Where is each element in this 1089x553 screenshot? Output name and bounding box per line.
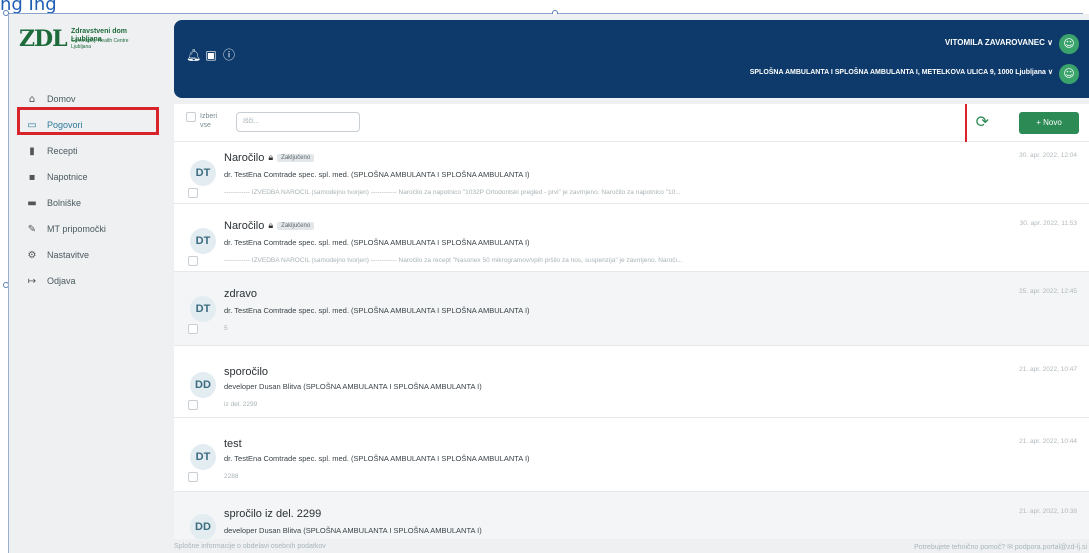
logo[interactable]: ZDL Zdravstveni dom Ljubljana Community … — [19, 26, 149, 52]
message-title: sporočilo — [224, 366, 269, 378]
message-title: Naročilo — [224, 152, 265, 164]
sender-avatar: DD — [190, 514, 216, 539]
footer: Splošne informacije o obdelavi osebnih p… — [174, 539, 1089, 553]
sender-avatar: DD — [190, 372, 216, 398]
message-title-row: spročilo iz del. 2299 — [224, 508, 321, 520]
message-checkbox[interactable] — [188, 256, 198, 266]
message-title: zdravo — [224, 288, 258, 300]
sender-avatar: DT — [190, 228, 216, 254]
location-avatar[interactable]: ☺ — [1059, 64, 1079, 84]
lock-icon: 🔒︎ — [268, 153, 274, 163]
sender-avatar: DT — [190, 160, 216, 186]
message-title: test — [224, 438, 242, 450]
message-preview: 5 — [224, 325, 228, 332]
sidebar-item-label: Nastavitve — [47, 250, 90, 260]
message-date: 21. apr. 2022, 10:47 — [1019, 366, 1077, 373]
status-badge: Zaključeno — [277, 154, 315, 162]
message-sender: developer Dusan Blitva (SPLOŠNA AMBULANT… — [224, 382, 482, 391]
select-all[interactable]: Izberi vse — [186, 112, 218, 130]
cropped-header: ng Ing — [0, 0, 1089, 14]
logo-subtitle: Community Health Centre Ljubljana — [71, 38, 129, 50]
message-preview: iz del. 2299 — [224, 401, 258, 408]
message-date: 30. apr. 2022, 12:04 — [1019, 152, 1077, 159]
sidebar-item-label: MT pripomočki — [47, 224, 106, 234]
lock-icon: 🔒︎ — [268, 221, 274, 231]
search-input[interactable]: Išči... — [236, 112, 360, 132]
sidebar-item-recepti[interactable]: ▮ Recepti — [9, 138, 165, 164]
message-date: 21. apr. 2022, 10:38 — [1019, 508, 1077, 515]
prescription-icon: ▮ — [29, 145, 35, 157]
bell-icon[interactable]: 🔔︎ — [186, 48, 201, 62]
user-avatar[interactable]: ☺ — [1059, 34, 1079, 54]
info-icon[interactable]: ⓘ — [222, 48, 236, 62]
bed-icon: ▬ — [27, 197, 37, 209]
message-row[interactable]: DT Naročilo 🔒︎ Zaključeno dr. TestEna Co… — [174, 204, 1089, 272]
message-checkbox[interactable] — [188, 472, 198, 482]
message-sender: dr. TestEna Comtrade spec. spl. med. (SP… — [224, 306, 530, 315]
message-sender: dr. TestEna Comtrade spec. spl. med. (SP… — [224, 454, 530, 463]
sidebar-item-label: Bolniške — [47, 198, 82, 208]
sidebar: ZDL Zdravstveni dom Ljubljana Community … — [8, 14, 164, 553]
message-title-row: test — [224, 438, 242, 450]
message-sender: dr. TestEna Comtrade spec. spl. med. (SP… — [224, 170, 530, 179]
message-title-row: Naročilo 🔒︎ Zaključeno — [224, 152, 315, 164]
select-all-checkbox[interactable] — [186, 112, 196, 122]
message-date: 30. apr. 2022, 11:53 — [1019, 220, 1077, 227]
message-checkbox[interactable] — [188, 400, 198, 410]
message-row[interactable]: DD spročilo iz del. 2299 developer Dusan… — [174, 492, 1089, 539]
message-title-row: Naročilo 🔒︎ Zaključeno — [224, 220, 315, 232]
annotation-highlight-pogovori — [17, 107, 159, 135]
sidebar-item-napotnice[interactable]: ▪ Napotnice — [9, 164, 165, 190]
app-root: ng Ing ZDL Zdravstveni dom Ljubljana Com… — [0, 0, 1089, 553]
referral-icon: ▪ — [28, 171, 36, 183]
top-header: 🔔︎ ▣ ⓘ VITOMILA ZAVAROVANEC ∨ ☺ SPLOŠNA … — [174, 20, 1089, 98]
status-badge: Zaključeno — [277, 222, 315, 230]
message-checkbox[interactable] — [188, 324, 198, 334]
sidebar-item-odjava[interactable]: ↦ Odjava — [9, 268, 165, 294]
main-area: 🔔︎ ▣ ⓘ VITOMILA ZAVAROVANEC ∨ ☺ SPLOŠNA … — [164, 14, 1089, 553]
message-title: spročilo iz del. 2299 — [224, 508, 322, 520]
select-all-label: Izberi vse — [200, 113, 218, 129]
gear-icon: ⚙ — [27, 249, 37, 261]
message-title-row: zdravo — [224, 288, 257, 300]
home-icon: ⌂ — [28, 93, 36, 105]
message-date: 25. apr. 2022, 12:45 — [1019, 288, 1077, 295]
message-sender: dr. TestEna Comtrade spec. spl. med. (SP… — [224, 238, 530, 247]
support-link[interactable]: Potrebujete tehnično pomoč? ✉ podpora.po… — [914, 543, 1087, 551]
message-date: 21. apr. 2022, 10:44 — [1019, 438, 1077, 445]
message-checkbox[interactable] — [188, 188, 198, 198]
header-icons: 🔔︎ ▣ ⓘ — [186, 48, 236, 62]
tool-icon: ✎ — [27, 223, 37, 235]
message-row[interactable]: DT zdravo dr. TestEna Comtrade spec. spl… — [174, 272, 1089, 346]
message-title: Naročilo — [224, 220, 265, 232]
annotation-highlight-actions — [965, 104, 1089, 146]
message-row[interactable]: DT test dr. TestEna Comtrade spec. spl. … — [174, 418, 1089, 492]
logo-mark: ZDL — [19, 26, 68, 52]
sender-avatar: DT — [190, 444, 216, 470]
message-sender: developer Dusan Blitva (SPLOŠNA AMBULANT… — [224, 526, 482, 535]
message-preview: ------------ IZVEDBA NAROČIL (samodejno … — [224, 257, 683, 264]
privacy-link[interactable]: Splošne informacije o obdelavi osebnih p… — [174, 543, 326, 550]
message-row[interactable]: DT Naročilo 🔒︎ Zaključeno dr. TestEna Co… — [174, 142, 1089, 204]
message-title-row: sporočilo — [224, 366, 268, 378]
message-preview: 2288 — [224, 473, 239, 480]
messages-panel: Izberi vse Išči... ⟳ + Novo DT Naročilo … — [174, 104, 1089, 539]
message-preview: ------------ IZVEDBA NAROČIL (samodejno … — [224, 189, 681, 196]
user-name[interactable]: VITOMILA ZAVAROVANEC ∨ — [945, 38, 1053, 47]
sidebar-item-bolniske[interactable]: ▬ Bolniške — [9, 190, 165, 216]
inbox-icon[interactable]: ▣ — [204, 48, 218, 62]
location-selector[interactable]: SPLOŠNA AMBULANTA I SPLOŠNA AMBULANTA I,… — [750, 68, 1053, 76]
logout-icon: ↦ — [27, 275, 37, 287]
messages-toolbar: Izberi vse Išči... ⟳ + Novo — [174, 104, 1089, 146]
message-row[interactable]: DD sporočilo developer Dusan Blitva (SPL… — [174, 346, 1089, 418]
sidebar-item-label: Domov — [47, 94, 76, 104]
sidebar-item-label: Odjava — [47, 276, 76, 286]
sidebar-item-mt-pripomocki[interactable]: ✎ MT pripomočki — [9, 216, 165, 242]
sidebar-item-nastavitve[interactable]: ⚙ Nastavitve — [9, 242, 165, 268]
sender-avatar: DT — [190, 296, 216, 322]
sidebar-item-label: Napotnice — [47, 172, 88, 182]
sidebar-item-label: Recepti — [47, 146, 78, 156]
